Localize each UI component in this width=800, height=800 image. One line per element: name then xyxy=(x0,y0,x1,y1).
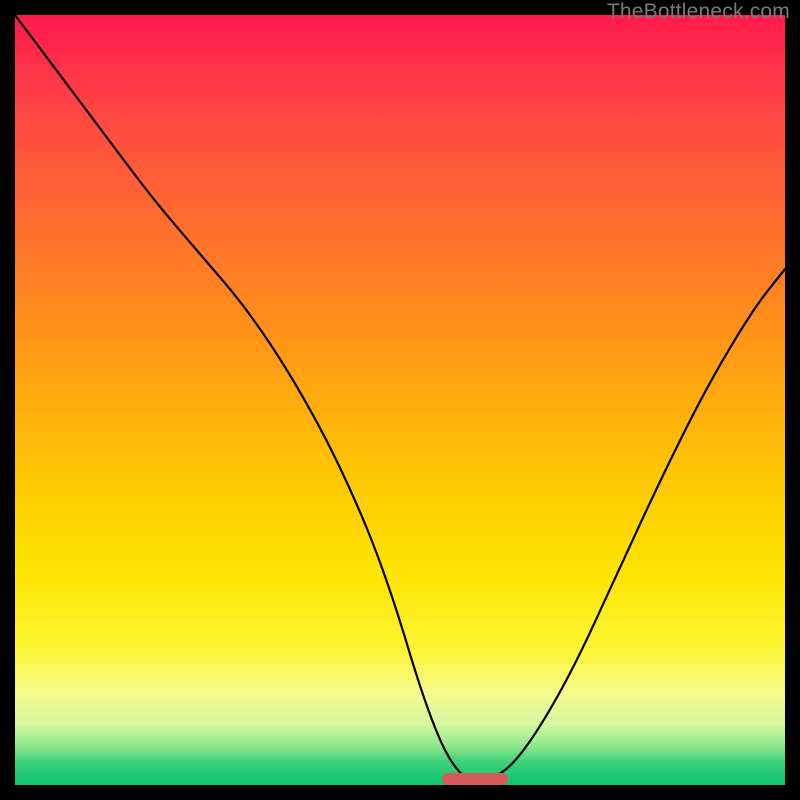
minimum-marker xyxy=(442,773,507,785)
chart-frame: TheBottleneck.com xyxy=(0,0,800,800)
bottleneck-curve xyxy=(15,15,785,785)
watermark-text: TheBottleneck.com xyxy=(607,0,790,24)
plot-area xyxy=(15,15,785,785)
